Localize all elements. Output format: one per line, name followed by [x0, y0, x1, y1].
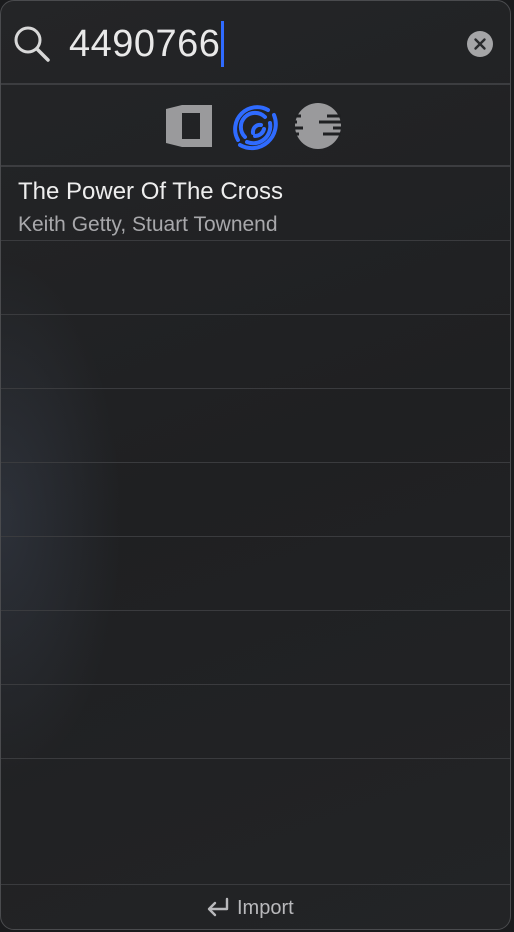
search-icon: [14, 26, 50, 62]
text-caret: [221, 21, 225, 67]
song-authors: Keith Getty, Stuart Townend: [18, 213, 278, 236]
close-icon: [474, 38, 486, 50]
import-label: Import: [237, 896, 294, 919]
songselect-icon[interactable]: [229, 101, 279, 151]
list-item: [1, 389, 510, 463]
list-item: [1, 241, 510, 315]
footer-bar: Import: [1, 884, 510, 929]
list-item: [1, 463, 510, 537]
source-selector: [1, 85, 510, 165]
library-book-icon[interactable]: [164, 101, 214, 151]
clear-search-button[interactable]: [467, 31, 493, 57]
import-button[interactable]: Import: [205, 895, 294, 921]
search-input-text: 4490766: [69, 23, 221, 65]
list-item: [1, 685, 510, 759]
search-bar: 4490766: [1, 1, 510, 83]
return-icon: [207, 897, 229, 917]
list-item: [1, 315, 510, 389]
list-item: [1, 537, 510, 611]
search-input[interactable]: 4490766: [69, 21, 225, 67]
song-title: The Power Of The Cross: [18, 178, 283, 205]
results-list: The Power Of The Cross Keith Getty, Stua…: [1, 167, 510, 809]
lines-circle-icon[interactable]: [293, 101, 343, 151]
list-item[interactable]: The Power Of The Cross Keith Getty, Stua…: [1, 167, 510, 241]
search-panel: 4490766 The Power Of The Cross Keith Get…: [0, 0, 511, 930]
list-item: [1, 759, 510, 809]
list-item: [1, 611, 510, 685]
